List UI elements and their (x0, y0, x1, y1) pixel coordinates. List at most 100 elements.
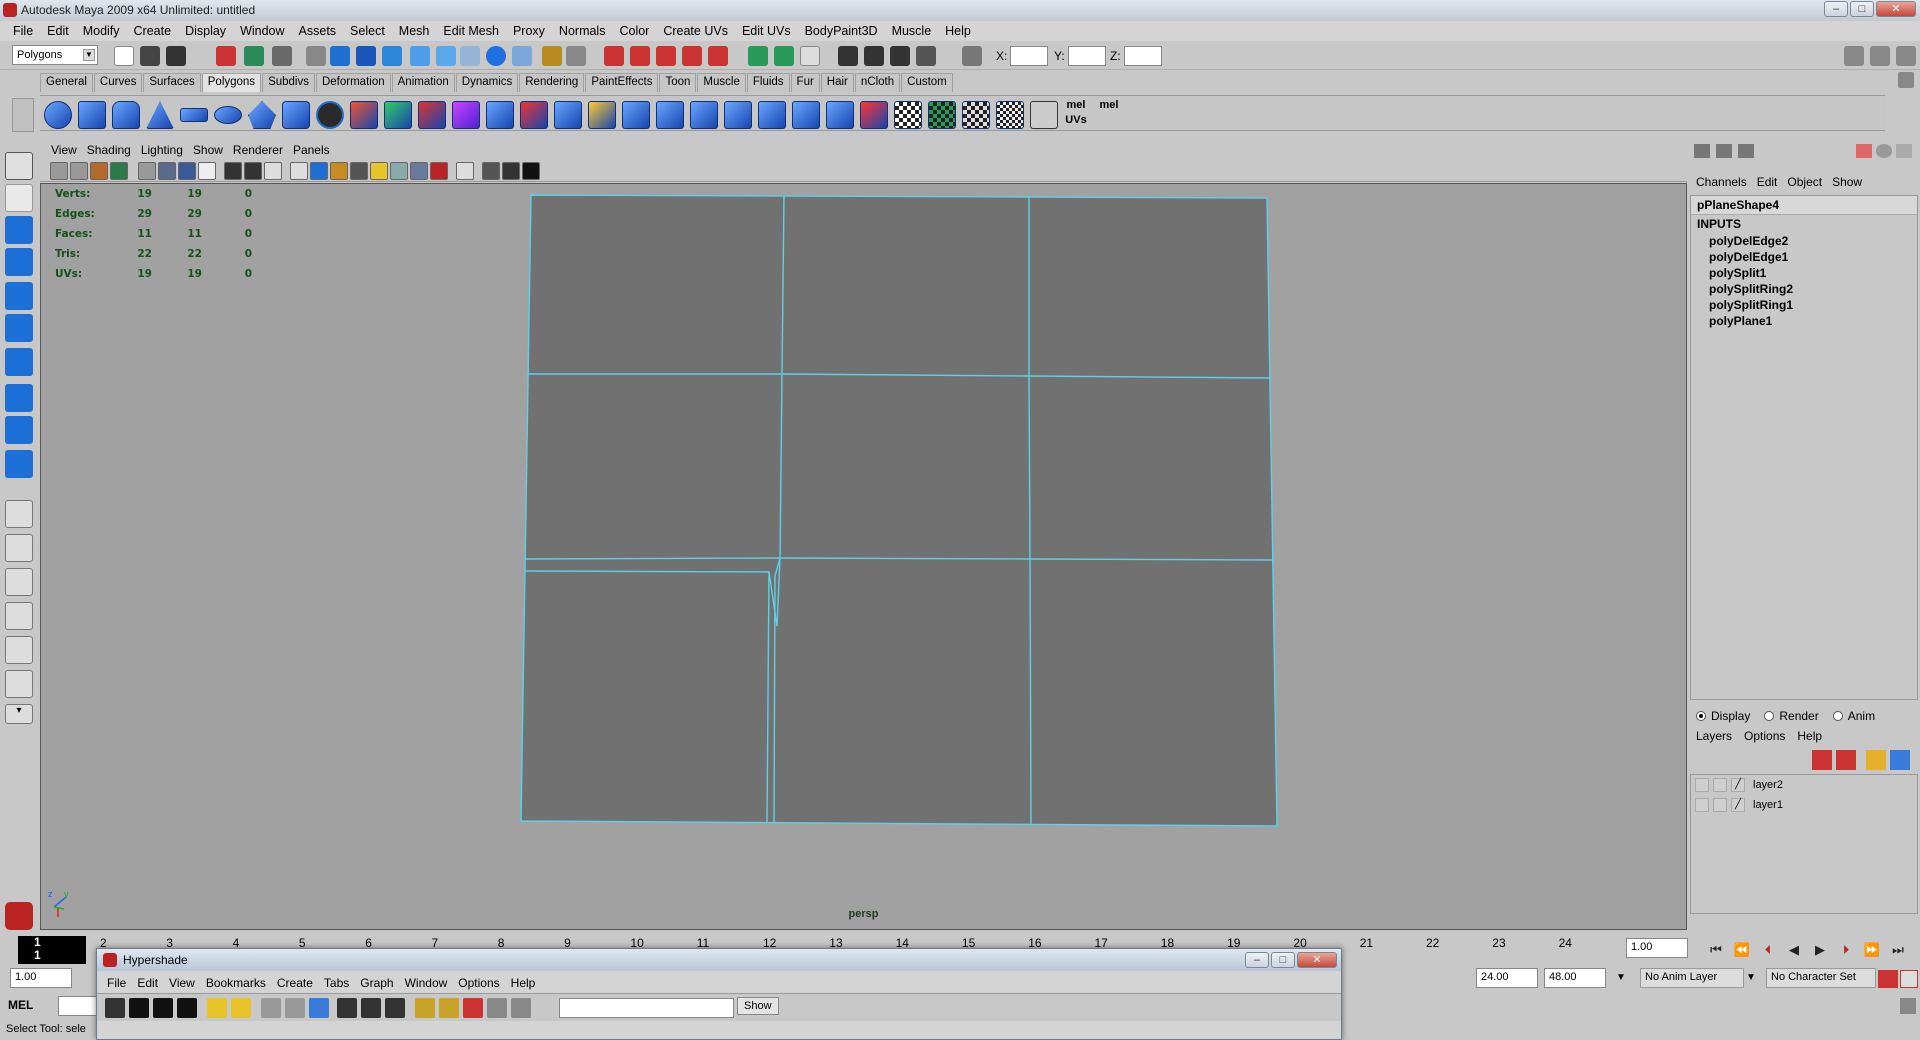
curve-icon[interactable] (382, 46, 402, 66)
hypershade-menu-graph[interactable]: Graph (360, 976, 393, 990)
snap-point-icon[interactable] (656, 46, 676, 66)
hypershade-menu-view[interactable]: View (169, 976, 195, 990)
shelf-tab-toon[interactable]: Toon (659, 73, 697, 92)
char-set-chevron-icon[interactable]: ▼ (1746, 972, 1756, 983)
field-chart-icon[interactable] (224, 162, 242, 180)
merge-icon[interactable] (758, 101, 786, 129)
reduce-icon[interactable] (520, 101, 548, 129)
xray-components-icon[interactable] (502, 162, 520, 180)
input-ops-icon[interactable] (748, 46, 768, 66)
edit-pen-icon[interactable]: ╱ (1731, 798, 1745, 812)
render-icon[interactable] (486, 46, 506, 66)
bevel-icon[interactable] (826, 101, 854, 129)
channel-box-layout-icon[interactable] (1694, 144, 1710, 158)
menu-help[interactable]: Help (938, 24, 978, 38)
image-plane-icon[interactable] (110, 162, 128, 180)
ipr-icon[interactable] (890, 46, 910, 66)
select-hierarchy-icon[interactable] (216, 46, 236, 66)
move-tool-icon[interactable] (5, 248, 33, 276)
poly-helix-icon[interactable] (316, 101, 344, 129)
shelf-tab-surfaces[interactable]: Surfaces (143, 73, 201, 92)
script-editor-icon[interactable] (1900, 998, 1916, 1014)
manipulator-icon[interactable] (1856, 144, 1872, 158)
select-object-icon[interactable] (244, 46, 264, 66)
more-layouts-icon[interactable]: ▾ (5, 704, 33, 724)
deform-icon[interactable] (436, 46, 456, 66)
maximize-button[interactable]: □ (1850, 1, 1874, 17)
poly-cube-icon[interactable] (78, 101, 106, 129)
combine-icon[interactable] (350, 101, 378, 129)
uv-editor-icon[interactable] (1030, 101, 1058, 129)
perspective-viewport[interactable]: Verts: 19 19 0 Edges: 29 29 0 Faces: 11 11 0 Tris: 22… (40, 183, 1687, 930)
single-pane-layout-icon[interactable] (5, 500, 33, 528)
clear-graph-icon[interactable] (261, 998, 281, 1018)
node-collapse-icon[interactable] (439, 998, 459, 1018)
isolate-select-icon[interactable] (456, 162, 474, 180)
shelf-tab-rendering[interactable]: Rendering (519, 73, 585, 92)
poly-pipe-icon[interactable] (282, 101, 310, 129)
construction-history-icon[interactable] (800, 46, 820, 66)
radio-display[interactable]: Display (1696, 709, 1750, 723)
select-component-icon[interactable] (272, 46, 292, 66)
both-layout-icon[interactable] (1738, 144, 1754, 158)
auto-key-icon[interactable] (1878, 970, 1898, 988)
layer-row-layer1[interactable]: ╱ layer1 (1691, 795, 1917, 815)
mask-icon[interactable] (306, 46, 326, 66)
smooth-shade-icon[interactable] (310, 162, 328, 180)
shelf-tab-muscle[interactable]: Muscle (697, 73, 746, 92)
snap-curve-icon[interactable] (630, 46, 650, 66)
shelf-menu-button[interactable] (12, 98, 34, 132)
menu-mesh[interactable]: Mesh (392, 24, 437, 38)
back-arrow-icon[interactable] (207, 998, 227, 1018)
step-forward-key-icon[interactable]: ⏵ (1836, 941, 1856, 959)
snap-live-icon[interactable] (708, 46, 728, 66)
lock-icon[interactable] (542, 46, 562, 66)
shelf-tab-subdivs[interactable]: Subdivs (262, 73, 315, 92)
grid-icon[interactable] (138, 162, 156, 180)
layer-row-layer2[interactable]: ╱ layer2 (1691, 775, 1917, 795)
y-field[interactable] (1068, 46, 1106, 66)
hypershade-menu-window[interactable]: Window (405, 976, 448, 990)
bottom-tabs-only-icon[interactable] (153, 998, 173, 1018)
menu-normals[interactable]: Normals (552, 24, 613, 38)
menu-assets[interactable]: Assets (292, 24, 344, 38)
speed-icon[interactable] (1876, 144, 1892, 158)
minimize-button[interactable]: – (1824, 1, 1848, 17)
poly-cone-icon[interactable] (146, 101, 174, 129)
input-node-polysplit1[interactable]: polySplit1 (1691, 265, 1917, 281)
playback-toggle[interactable] (1713, 798, 1727, 812)
object-name[interactable]: pPlaneShape4 (1691, 196, 1917, 215)
output-connections-icon[interactable] (385, 998, 405, 1018)
new-layer-selected-icon[interactable] (1890, 750, 1910, 770)
shelf-tab-hair[interactable]: Hair (820, 73, 854, 92)
menu-display[interactable]: Display (178, 24, 233, 38)
last-tool-icon[interactable] (5, 450, 33, 478)
menu-edit[interactable]: Edit (40, 24, 76, 38)
step-forward-icon[interactable]: ⏩ (1862, 941, 1882, 959)
x-field[interactable] (1010, 46, 1048, 66)
hypershade-menu-bookmarks[interactable]: Bookmarks (206, 976, 266, 990)
outliner-layout-icon[interactable] (5, 636, 33, 664)
channel-menu-channels[interactable]: Channels (1696, 175, 1753, 189)
layer-menu-layers[interactable]: Layers (1696, 729, 1732, 743)
xray-joints-icon[interactable] (482, 162, 500, 180)
soft-mod-icon[interactable] (5, 384, 33, 412)
highlight-icon[interactable] (566, 46, 586, 66)
surface-icon[interactable] (410, 46, 430, 66)
input-connections-icon[interactable] (337, 998, 357, 1018)
safe-title-icon[interactable] (264, 162, 282, 180)
new-scene-icon[interactable] (114, 46, 134, 66)
render-view-icon[interactable] (838, 46, 858, 66)
gate-mask-icon[interactable] (198, 162, 216, 180)
both-tabs-icon[interactable] (177, 998, 197, 1018)
visibility-toggle[interactable] (1695, 798, 1709, 812)
shelf-tab-ncloth[interactable]: nCloth (854, 73, 901, 92)
hypershade-menu-edit[interactable]: Edit (137, 976, 158, 990)
menu-edit-mesh[interactable]: Edit Mesh (436, 24, 506, 38)
radio-dot[interactable] (1696, 711, 1706, 721)
playback-toggle[interactable] (1713, 778, 1727, 792)
poly-prism-icon[interactable] (248, 101, 276, 129)
scale-tool-icon[interactable] (5, 314, 33, 342)
hyperbolic-icon[interactable] (1896, 144, 1912, 158)
extrude-icon[interactable] (554, 101, 582, 129)
